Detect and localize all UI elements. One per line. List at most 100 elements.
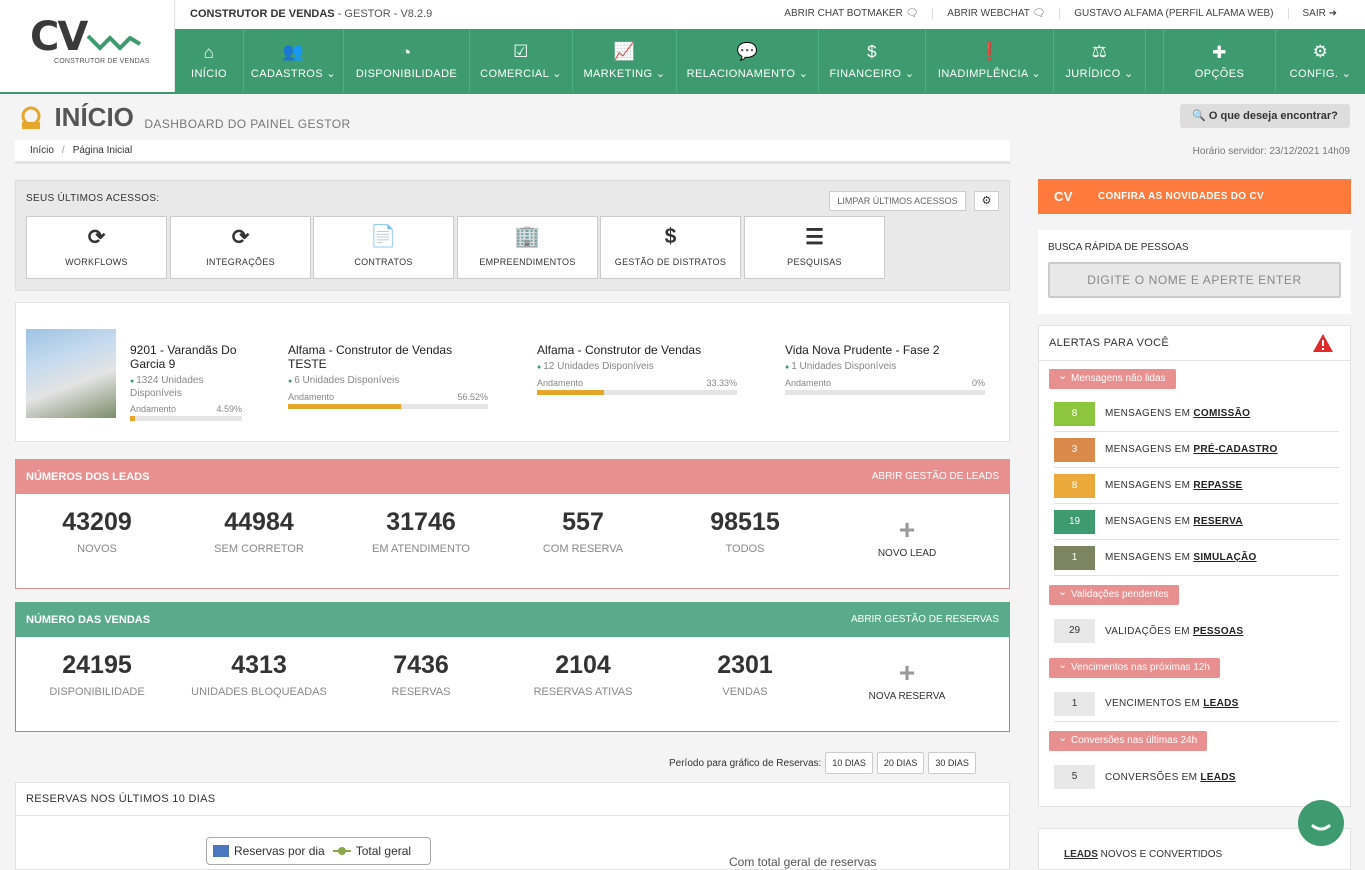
tile-pesquisas[interactable]: ☰ PESQUISAS: [744, 216, 885, 279]
emp-card[interactable]: 9201 - Varandãs Do Garcia 9 1324 Unidade…: [130, 343, 242, 421]
sales-title: NÚMERO DAS VENDAS: [26, 614, 151, 626]
recent-settings-icon[interactable]: ⚙: [974, 191, 999, 211]
logo-subtitle: CONSTRUTOR DE VENDAS: [54, 58, 150, 65]
alert-row[interactable]: 19 MENSAGENS EM RESERVA: [1054, 504, 1339, 540]
breadcrumb-current: Página Inicial: [72, 145, 133, 156]
tile-contratos[interactable]: 📄 CONTRATOS: [313, 216, 454, 279]
tile-integracoes[interactable]: ⟳ INTEGRAÇÕES: [170, 216, 311, 279]
alerts-panel: ALERTAS PARA VOCÊ Mensagens não lidas 8M…: [1038, 325, 1351, 807]
alert-row[interactable]: 5 CONVERSÕES EM LEADS: [1054, 759, 1339, 795]
server-time: Horário servidor: 23/12/2021 14h09: [1192, 146, 1350, 157]
refresh-icon: ⟳: [231, 226, 250, 249]
home-gear-icon: [21, 106, 41, 129]
open-leads-link[interactable]: ABRIR GESTÃO DE LEADS: [872, 460, 999, 494]
breadcrumb-home[interactable]: Início: [30, 145, 54, 156]
user-profile-link[interactable]: GUSTAVO ALFAMA (PERFIL ALFAMA WEB): [1059, 8, 1287, 19]
tile-empreendimentos[interactable]: 🏢 EMPREENDIMENTOS: [457, 216, 598, 279]
stat-unidades-bloqueadas[interactable]: 4313 UNIDADES BLOQUEADAS: [178, 651, 340, 702]
logo[interactable]: CV CONSTRUTOR DE VENDAS: [0, 0, 175, 92]
nav-relacionamento[interactable]: 💬 RELACIONAMENTO ⌄: [677, 29, 819, 92]
news-banner[interactable]: CV CONFIRA AS NOVIDADES DO CV: [1038, 179, 1351, 214]
logout-link[interactable]: SAIR ➜: [1287, 8, 1352, 19]
clear-recent-button[interactable]: LIMPAR ÚLTIMOS ACESSOS: [829, 191, 966, 211]
period-20-button[interactable]: 20 DIAS: [876, 752, 925, 774]
nav-disponibilidade[interactable]: ◔ DISPONIBILIDADE: [344, 29, 470, 92]
plus-icon: ✚: [1212, 42, 1227, 62]
nav-inadimplencia[interactable]: ❗ INADIMPLÊNCIA ⌄: [926, 29, 1054, 92]
progress-bar: [785, 390, 985, 395]
page-title: INÍCIO: [54, 102, 134, 132]
open-reservas-link[interactable]: ABRIR GESTÃO DE RESERVAS: [851, 603, 999, 637]
plus-icon: +: [898, 514, 916, 545]
home-icon: ⌂: [203, 42, 215, 62]
emp-card[interactable]: Alfama - Construtor de Vendas TESTE 6 Un…: [288, 343, 488, 409]
logo-wave-icon: [86, 34, 142, 51]
quick-search-input[interactable]: DIGITE O NOME E APERTE ENTER: [1048, 262, 1341, 298]
period-30-button[interactable]: 30 DIAS: [928, 752, 976, 774]
stat-com-reserva[interactable]: 557 COM RESERVA: [502, 508, 664, 559]
webchat-link[interactable]: ABRIR WEBCHAT 🗨: [932, 8, 1059, 19]
nav-juridico[interactable]: ⚖ JURÍDICO ⌄: [1054, 29, 1146, 92]
dollar-icon: $: [664, 225, 677, 248]
refresh-icon: ⟳: [87, 226, 106, 249]
alert-group-tag[interactable]: Conversões nas últimas 24h: [1049, 728, 1208, 751]
stat-reservas[interactable]: 7436 RESERVAS: [340, 651, 502, 702]
tile-distratos[interactable]: $ GESTÃO DE DISTRATOS: [600, 216, 741, 279]
nav-opcoes[interactable]: ✚ OPÇÕES: [1163, 29, 1275, 92]
alert-group-tag[interactable]: Validações pendentes: [1049, 582, 1179, 605]
alert-row[interactable]: 8 MENSAGENS EM REPASSE: [1054, 468, 1339, 504]
alerts-title: ALERTAS PARA VOCÊ: [1039, 326, 1350, 361]
recent-access-label: SEUS ÚLTIMOS ACESSOS:: [26, 193, 160, 204]
emp-card[interactable]: Alfama - Construtor de Vendas 12 Unidade…: [537, 343, 737, 395]
alert-group-tag[interactable]: Mensagens não lidas: [1049, 366, 1176, 389]
alert-group-tag[interactable]: Vencimentos nas próximas 12h: [1049, 655, 1220, 678]
nav-inicio[interactable]: ⌂ INÍCIO: [175, 29, 244, 92]
quick-search-label: BUSCA RÁPIDA DE PESSOAS: [1048, 242, 1189, 253]
checkbox-icon: ☑: [513, 42, 529, 61]
alert-icon: ❗: [978, 42, 1001, 61]
tile-workflows[interactable]: ⟳ WORKFLOWS: [26, 216, 167, 279]
stat-vendas[interactable]: 2301 VENDAS: [664, 651, 826, 702]
logo-text: CV: [30, 14, 88, 60]
chat-widget-button[interactable]: [1298, 800, 1344, 846]
period-label: Período para gráfico de Reservas:: [669, 757, 822, 769]
emp-card[interactable]: Vida Nova Prudente - Fase 2 1 Unidades D…: [785, 343, 985, 395]
dollar-icon: $: [867, 42, 877, 61]
alert-row[interactable]: 29 VALIDAÇÕES EM PESSOAS: [1054, 613, 1339, 649]
recent-access-panel: SEUS ÚLTIMOS ACESSOS: LIMPAR ÚLTIMOS ACE…: [15, 180, 1010, 291]
new-lead-button[interactable]: + NOVO LEAD: [826, 508, 988, 560]
plus-icon: +: [898, 657, 916, 688]
users-icon: 👥: [282, 42, 305, 61]
nav-financeiro[interactable]: $ FINANCEIRO ⌄: [819, 29, 926, 92]
alert-row[interactable]: 3 MENSAGENS EM PRÉ-CADASTRO: [1054, 432, 1339, 468]
alert-row[interactable]: 1 VENCIMENTOS EM LEADS: [1054, 686, 1339, 722]
stat-novos[interactable]: 43209 NOVOS: [16, 508, 178, 559]
document-icon: 📄: [370, 225, 397, 248]
chat-botmaker-link[interactable]: ABRIR CHAT BOTMAKER 🗨: [770, 8, 932, 19]
alert-row[interactable]: 8 MENSAGENS EM COMISSÃO: [1054, 396, 1339, 432]
empreendimentos-panel: 9201 - Varandãs Do Garcia 9 1324 Unidade…: [15, 302, 1010, 442]
nav-config[interactable]: ⚙ CONFIG. ⌄: [1275, 29, 1365, 92]
global-search-button[interactable]: 🔍 O que deseja encontrar?: [1180, 104, 1350, 128]
warning-icon: [1313, 334, 1333, 352]
period-10-button[interactable]: 10 DIAS: [825, 752, 873, 774]
chart-icon: 📈: [613, 42, 636, 61]
page-subtitle: DASHBOARD DO PAINEL GESTOR: [144, 116, 351, 131]
new-reserva-button[interactable]: + NOVA RESERVA: [826, 651, 988, 703]
stat-todos[interactable]: 98515 TODOS: [664, 508, 826, 559]
stat-em-atendimento[interactable]: 31746 EM ATENDIMENTO: [340, 508, 502, 559]
gavel-icon: ⚖: [1091, 42, 1108, 61]
alert-row[interactable]: 1 MENSAGENS EM SIMULAÇÃO: [1054, 540, 1339, 576]
nav-marketing[interactable]: 📈 MARKETING ⌄: [573, 29, 677, 92]
building-icon: 🏢: [514, 225, 541, 248]
top-links: ABRIR CHAT BOTMAKER 🗨 ABRIR WEBCHAT 🗨 GU…: [770, 8, 1351, 19]
stat-disponibilidade[interactable]: 24195 DISPONIBILIDADE: [16, 651, 178, 702]
nav-cadastros[interactable]: 👥 CADASTROS ⌄: [244, 29, 344, 92]
stat-sem-corretor[interactable]: 44984 SEM CORRETOR: [178, 508, 340, 559]
breadcrumb: Início / Página Inicial: [15, 140, 1010, 164]
nav-comercial[interactable]: ☑ COMERCIAL ⌄: [470, 29, 573, 92]
logo-small-icon: CV: [1054, 189, 1073, 204]
stat-reservas-ativas[interactable]: 2104 RESERVAS ATIVAS: [502, 651, 664, 702]
sales-stats-panel: NÚMERO DAS VENDAS ABRIR GESTÃO DE RESERVA…: [15, 602, 1010, 732]
progress-bar: [130, 416, 242, 421]
